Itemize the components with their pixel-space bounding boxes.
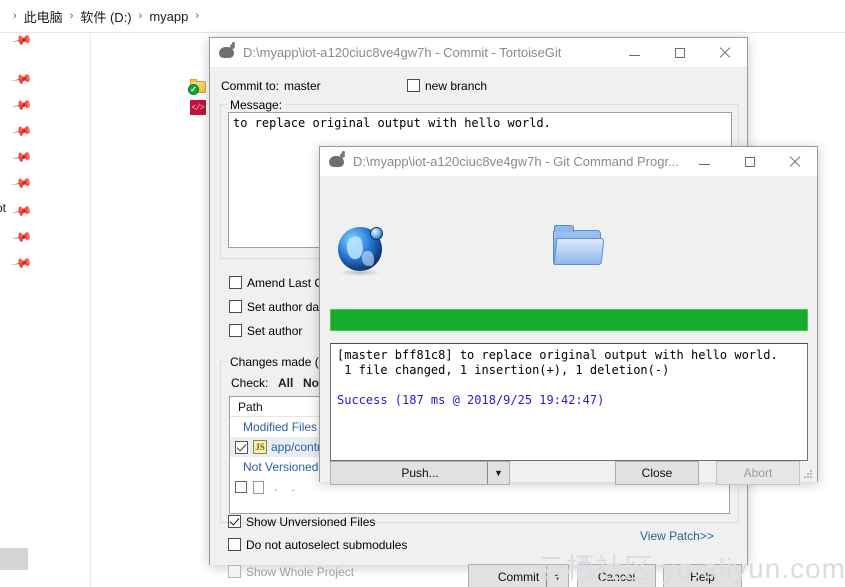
branch-name: master bbox=[284, 79, 321, 93]
commit-to-label: Commit to: bbox=[221, 79, 280, 93]
json-file-icon: </> bbox=[190, 99, 206, 115]
breadcrumb-separator-3: › bbox=[195, 10, 200, 22]
new-branch-checkbox[interactable] bbox=[407, 79, 420, 92]
folder-icon bbox=[553, 225, 605, 269]
message-group-title: Message: bbox=[227, 98, 286, 112]
pin-icon[interactable]: 📌 bbox=[11, 68, 33, 90]
progress-window-controls bbox=[682, 147, 817, 176]
check-all-link[interactable]: All bbox=[278, 376, 293, 390]
show-whole-project-label: Show Whole Project bbox=[246, 565, 355, 579]
quick-access-item-label[interactable]: ot bbox=[0, 201, 6, 215]
pin-icon[interactable]: 📌 bbox=[11, 252, 33, 274]
close-icon[interactable] bbox=[772, 147, 817, 176]
commit-window-controls bbox=[612, 38, 747, 67]
log-success-line: Success (187 ms @ 2018/9/25 19:42:47) bbox=[337, 393, 605, 407]
folder-versioned-icon: ✓ bbox=[188, 79, 207, 95]
show-unversioned-files-checkbox[interactable] bbox=[228, 515, 241, 528]
progress-dialog-titlebar[interactable]: D:\myapp\iot-a120ciuc8ve4gw7h - Git Comm… bbox=[320, 147, 817, 177]
set-author-date-label[interactable]: Set author date bbox=[247, 300, 329, 314]
minimize-icon[interactable] bbox=[682, 147, 727, 176]
close-button[interactable]: Close bbox=[615, 461, 699, 485]
abort-button-label: Abort bbox=[743, 466, 773, 480]
breadcrumb-separator-2: › bbox=[138, 10, 143, 22]
amend-last-commit-checkbox[interactable] bbox=[229, 276, 242, 289]
breadcrumb[interactable]: › 此电脑 › 软件 (D:) › myapp › bbox=[0, 0, 845, 33]
taskbar-thumb-placeholder bbox=[0, 548, 28, 570]
pin-icon[interactable]: 📌 bbox=[11, 120, 33, 142]
row-checkbox[interactable] bbox=[235, 440, 248, 454]
row-checkbox[interactable] bbox=[235, 481, 247, 493]
git-ok-overlay-icon: ✓ bbox=[188, 84, 199, 95]
commit-dialog-title: D:\myapp\iot-a120ciuc8ve4gw7h - Commit -… bbox=[243, 45, 562, 60]
progress-dialog-title: D:\myapp\iot-a120ciuc8ve4gw7h - Git Comm… bbox=[353, 154, 679, 169]
breadcrumb-separator-0: › bbox=[13, 10, 17, 22]
commit-button-label: Commit bbox=[497, 569, 540, 584]
new-branch-label[interactable]: new branch bbox=[425, 79, 487, 93]
pin-icon[interactable]: 📌 bbox=[11, 172, 33, 194]
pin-icon[interactable]: 📌 bbox=[11, 200, 33, 222]
pin-icon[interactable]: 📌 bbox=[11, 29, 33, 51]
do-not-autoselect-submodules-label[interactable]: Do not autoselect submodules bbox=[246, 538, 407, 552]
resize-grip-icon[interactable] bbox=[802, 468, 814, 480]
command-output-log[interactable]: [master bff81c8] to replace original out… bbox=[330, 343, 808, 461]
log-line-1: [master bff81c8] to replace original out… bbox=[337, 348, 778, 362]
watermark: 云栖社区 yq.aliyun.com bbox=[537, 553, 845, 584]
progress-dialog-body: [master bff81c8] to replace original out… bbox=[320, 177, 817, 485]
breadcrumb-item-this-pc[interactable]: 此电脑 bbox=[24, 7, 63, 26]
commit-dialog-titlebar[interactable]: D:\myapp\iot-a120ciuc8ve4gw7h - Commit -… bbox=[210, 38, 747, 68]
maximize-icon[interactable] bbox=[727, 147, 772, 176]
tortoisegit-icon bbox=[219, 41, 235, 61]
breadcrumb-item-myapp[interactable]: myapp bbox=[149, 9, 188, 24]
row-path-placeholder: .. bbox=[274, 480, 309, 494]
quick-access-pin-column: 📌 📌 📌 📌 📌 📌 📌 ot 📌 📌 bbox=[0, 29, 40, 587]
breadcrumb-item-drive-d[interactable]: 软件 (D:) bbox=[80, 7, 131, 26]
push-dropdown-arrow-icon[interactable]: ▼ bbox=[487, 462, 509, 484]
file-list: ✓ iot-a120ciuc8ve4gw7h </> package-lock.… bbox=[91, 33, 342, 587]
push-button[interactable]: Push... ▼ bbox=[330, 461, 510, 485]
set-author-date-checkbox[interactable] bbox=[229, 300, 242, 313]
log-line-2: 1 file changed, 1 insertion(+), 1 deleti… bbox=[337, 363, 670, 377]
push-button-label: Push... bbox=[401, 466, 439, 480]
set-author-label[interactable]: Set author bbox=[247, 324, 302, 338]
pin-icon[interactable]: 📌 bbox=[11, 226, 33, 248]
view-patch-link[interactable]: View Patch>> bbox=[640, 529, 714, 543]
modified-file-icon: JS bbox=[253, 440, 267, 454]
close-button-label: Close bbox=[641, 466, 673, 480]
show-unversioned-files-label[interactable]: Show Unversioned Files bbox=[246, 515, 375, 529]
close-icon[interactable] bbox=[702, 38, 747, 67]
minimize-icon[interactable] bbox=[612, 38, 657, 67]
set-author-checkbox[interactable] bbox=[229, 324, 242, 337]
progress-dialog[interactable]: D:\myapp\iot-a120ciuc8ve4gw7h - Git Comm… bbox=[319, 146, 818, 485]
screen: › 此电脑 › 软件 (D:) › myapp › 📌 📌 📌 📌 📌 📌 📌 … bbox=[0, 0, 845, 587]
show-whole-project-checkbox bbox=[228, 565, 241, 578]
tortoisegit-icon bbox=[329, 150, 345, 170]
maximize-icon[interactable] bbox=[657, 38, 702, 67]
breadcrumb-separator-1: › bbox=[69, 10, 74, 22]
check-label: Check: bbox=[231, 376, 269, 390]
do-not-autoselect-submodules-checkbox[interactable] bbox=[228, 538, 241, 551]
pin-icon[interactable]: 📌 bbox=[11, 146, 33, 168]
globe-icon bbox=[336, 225, 388, 277]
pin-icon[interactable]: 📌 bbox=[11, 94, 33, 116]
progress-bar bbox=[330, 309, 808, 331]
file-icon bbox=[253, 480, 264, 494]
abort-button: Abort bbox=[716, 461, 800, 485]
